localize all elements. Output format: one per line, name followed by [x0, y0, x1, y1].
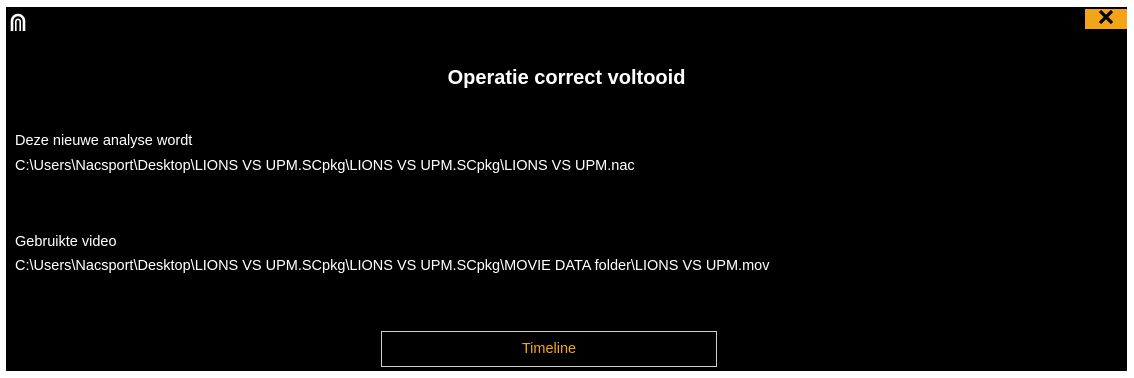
close-icon [1098, 9, 1114, 29]
video-path: C:\Users\Nacsport\Desktop\LIONS VS UPM.S… [15, 258, 770, 274]
close-button[interactable] [1085, 9, 1127, 29]
analysis-path: C:\Users\Nacsport\Desktop\LIONS VS UPM.S… [15, 158, 635, 174]
video-label: Gebruikte video [15, 234, 117, 250]
nacsport-logo-icon [10, 13, 26, 31]
completion-dialog: Operatie correct voltooid Deze nieuwe an… [6, 7, 1127, 371]
timeline-button[interactable]: Timeline [381, 331, 717, 367]
dialog-title: Operatie correct voltooid [447, 67, 686, 89]
analysis-label: Deze nieuwe analyse wordt [15, 133, 193, 149]
